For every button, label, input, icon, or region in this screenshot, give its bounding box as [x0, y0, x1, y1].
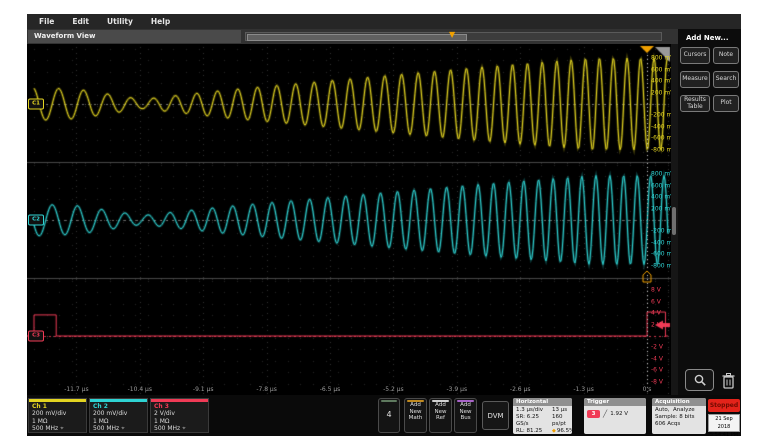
zoom-magnifier-button[interactable]	[685, 369, 714, 391]
note-button[interactable]: Note	[713, 47, 739, 64]
sample-interval: 160 ps/pt	[552, 414, 572, 428]
trigger-source-badge: 3	[587, 410, 600, 418]
time: 5:54:41 PM	[709, 431, 739, 439]
menu-utility[interactable]: Utility	[98, 17, 142, 26]
record-length: RL: 81.25 kpts	[516, 428, 550, 434]
ch1-impedance: 1 MΩ	[29, 418, 86, 426]
x-axis-label: -9.1 μs	[193, 386, 214, 393]
ch1-bandwidth: 500 MHz	[32, 425, 58, 432]
y-axis-label: -8 V	[651, 378, 663, 385]
x-axis-label: -10.4 μs	[128, 386, 152, 393]
bus-line3: Bus	[455, 415, 476, 422]
measure-button[interactable]: Measure	[680, 71, 710, 88]
record-percent: ◆96.5%	[552, 428, 572, 434]
x-axis-label: -3.9 μs	[447, 386, 468, 393]
y-axis-label: 6 V	[651, 298, 661, 305]
channel-badge-ch2[interactable]: Ch 2 200 mV/div 1 MΩ 500 MHz⌖	[89, 398, 148, 433]
datetime-display: 21 Sep 2018 5:54:41 PM	[708, 414, 740, 432]
channel4-button[interactable]: 4	[378, 398, 400, 433]
probe-icon: ⌖	[121, 425, 124, 432]
menu-edit[interactable]: Edit	[63, 17, 98, 26]
probe-icon: ⌖	[182, 425, 185, 432]
y-axis-label: 8 V	[651, 287, 661, 294]
channel3-handle[interactable]: C3	[28, 331, 44, 342]
horizontal-scale: 1.3 μs/div	[516, 407, 550, 414]
x-axis-label: -7.8 μs	[256, 386, 277, 393]
channel1-handle[interactable]: C1	[28, 99, 44, 110]
x-axis-label: -6.5 μs	[320, 386, 341, 393]
x-axis-label: -11.7 μs	[64, 386, 88, 393]
x-axis-label: 0 s	[643, 386, 652, 393]
y-axis-label: -2 V	[651, 344, 663, 351]
y-axis-label: 2 V	[651, 321, 661, 328]
probe-icon: ⌖	[60, 425, 63, 432]
add-new-math-button[interactable]: Add New Math	[404, 398, 427, 433]
waveform-display[interactable]	[27, 44, 671, 395]
date: 21 Sep 2018	[709, 415, 739, 431]
ref-line3: Ref	[430, 415, 451, 422]
acquisition-count: 606 Acqs	[655, 421, 703, 428]
acquisition-title: Acquisition	[652, 398, 706, 406]
menu-bar: File Edit Utility Help	[27, 14, 741, 29]
panel-divider	[671, 44, 678, 395]
acquisition-mode: Auto, Analyze	[655, 407, 703, 414]
pan-position-bar[interactable]	[247, 34, 467, 41]
trigger-panel[interactable]: Trigger 3 ╱ 1.92 V	[584, 398, 646, 434]
ch1-scale: 200 mV/div	[29, 410, 86, 418]
trigger-position-marker-icon[interactable]: ▼	[449, 30, 455, 40]
dvm-button[interactable]: DVM	[482, 401, 509, 430]
ch2-impedance: 1 MΩ	[90, 418, 147, 426]
main-area: -11.7 μs -10.4 μs -9.1 μs -7.8 μs -6.5 μs -5.…	[27, 44, 741, 395]
sample-rate: SR: 6.25 GS/s	[516, 414, 550, 428]
acquisition-sample: Sample: 8 bits	[655, 414, 703, 421]
x-axis-label: -1.3 μs	[573, 386, 594, 393]
add-new-bus-button[interactable]: Add New Bus	[454, 398, 477, 433]
ch3-label: Ch 3	[151, 402, 208, 410]
y-axis-label: -6 V	[651, 367, 663, 374]
waveform-plot: -11.7 μs -10.4 μs -9.1 μs -7.8 μs -6.5 μs -5.…	[27, 44, 671, 395]
channel-badge-ch1[interactable]: Ch 1 200 mV/div 1 MΩ 500 MHz⌖	[28, 398, 87, 433]
cursors-button[interactable]: Cursors	[680, 47, 710, 64]
trash-icon[interactable]	[721, 372, 736, 390]
acquisition-panel[interactable]: Acquisition Auto, Analyze Sample: 8 bits…	[652, 398, 706, 434]
magnifier-icon	[693, 373, 707, 387]
add-new-title: Add New...	[678, 29, 741, 47]
rising-edge-icon: ╱	[603, 411, 607, 418]
ch4-label: 4	[379, 402, 399, 428]
trigger-level: 1.92 V	[610, 411, 628, 418]
x-axis-label: -5.2 μs	[383, 386, 404, 393]
horizontal-window: 13 μs	[552, 407, 572, 414]
ch2-scale: 200 mV/div	[90, 410, 147, 418]
channel-badge-ch3[interactable]: Ch 3 2 V/div 1 MΩ 500 MHz⌖	[150, 398, 209, 433]
results-panel: Add New... Cursors Note Measure Search R…	[678, 29, 741, 395]
ch1-label: Ch 1	[29, 402, 86, 410]
menu-file[interactable]: File	[30, 17, 63, 26]
x-axis-label: -2.6 μs	[510, 386, 531, 393]
add-new-ref-button[interactable]: Add New Ref	[429, 398, 452, 433]
settings-bar: Ch 1 200 mV/div 1 MΩ 500 MHz⌖ Ch 2 200 m…	[27, 395, 741, 436]
horizontal-title: Horizontal	[513, 398, 572, 406]
position-indicator-icon: ◆	[552, 428, 556, 434]
ch3-impedance: 1 MΩ	[151, 418, 208, 426]
horizontal-panel[interactable]: Horizontal 1.3 μs/div 13 μs SR: 6.25 GS/…	[513, 398, 572, 434]
ch3-bandwidth: 500 MHz	[154, 425, 180, 432]
horizontal-pan-scrollbar[interactable]: ▼	[245, 32, 662, 41]
search-button[interactable]: Search	[713, 71, 739, 88]
oscilloscope-screen: File Edit Utility Help Waveform View ▼ -…	[27, 14, 741, 436]
trigger-title: Trigger	[584, 398, 646, 406]
divider-handle[interactable]	[672, 207, 676, 235]
tab-row: Waveform View ▼	[27, 29, 678, 44]
tab-waveform-view[interactable]: Waveform View	[28, 30, 241, 43]
ch3-scale: 2 V/div	[151, 410, 208, 418]
plot-button[interactable]: Plot	[713, 95, 739, 112]
ch2-bandwidth: 500 MHz	[93, 425, 119, 432]
ch2-label: Ch 2	[90, 402, 147, 410]
math-line3: Math	[405, 415, 426, 422]
run-stop-status-button[interactable]: Stopped	[708, 399, 740, 412]
results-table-button[interactable]: Results Table	[680, 95, 710, 112]
channel2-handle[interactable]: C2	[28, 215, 44, 226]
y-axis-label: 4 V	[651, 310, 661, 317]
y-axis-label: -4 V	[651, 355, 663, 362]
menu-help[interactable]: Help	[142, 17, 179, 26]
